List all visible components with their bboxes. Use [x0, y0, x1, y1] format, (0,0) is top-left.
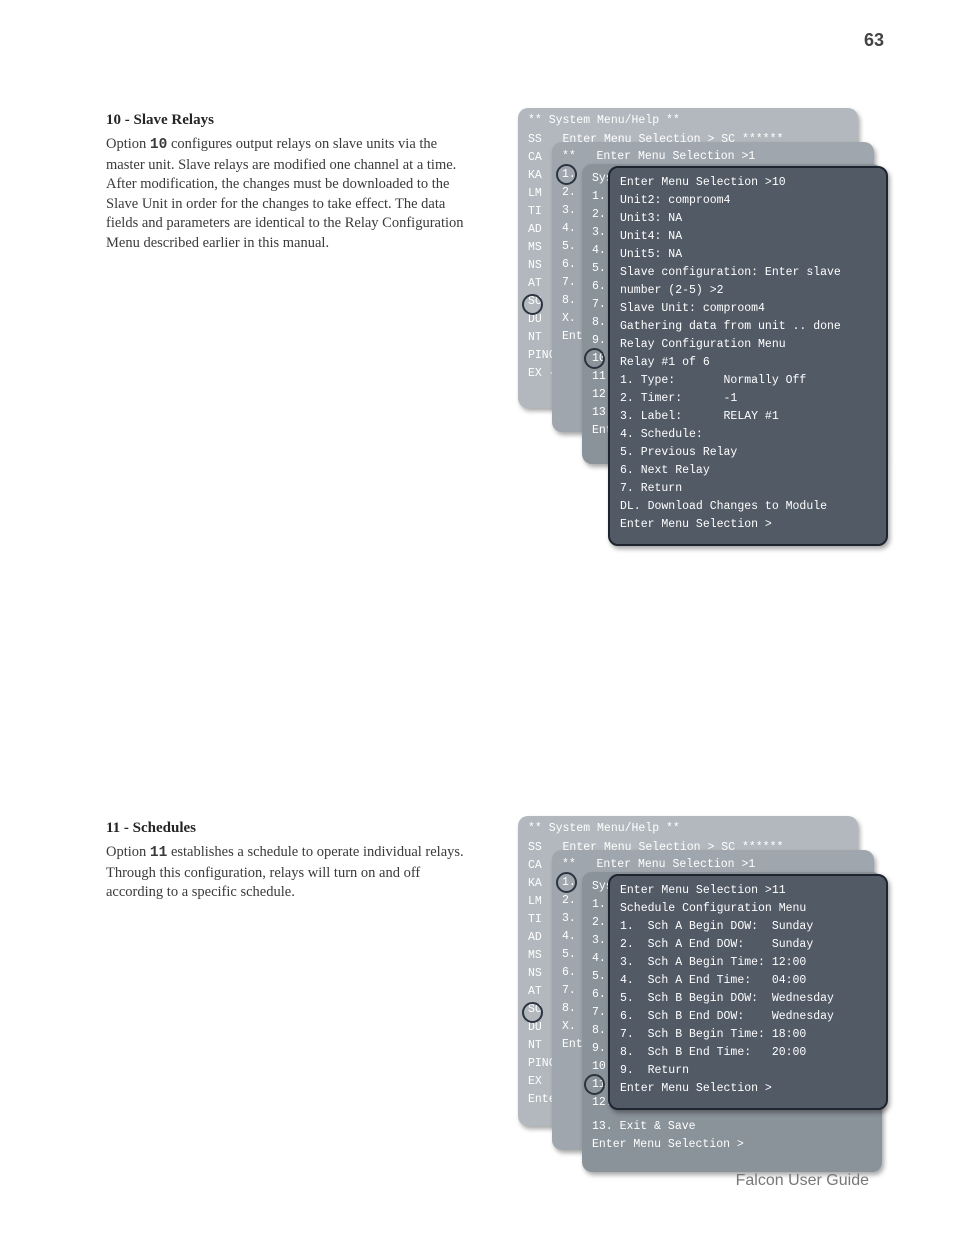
sysmenu-title: ** System Menu/Help **	[528, 114, 848, 127]
lD-3: Unit4: NA	[620, 228, 876, 246]
l2D-r3: 3. Sch A Begin Time: 12:00	[620, 954, 876, 972]
lD-15: 2. Timer: -1	[620, 390, 876, 408]
l2D-r8: 8. Sch B End Time: 20:00	[620, 1044, 876, 1062]
lD-10: Gathering data from unit .. done	[620, 318, 876, 336]
lD-6: Slave configuration: Enter slave	[620, 264, 876, 282]
lD-17: 4. Schedule:	[620, 426, 876, 444]
circle-1b-icon	[556, 872, 577, 893]
section-10-body-a: Option	[106, 136, 150, 152]
section-10-body-b: configures output relays on slave units …	[106, 136, 464, 251]
l2D-r5: 5. Sch B Begin DOW: Wednesday	[620, 990, 876, 1008]
section-11: 11 - Schedules Option 11 establishes a s…	[106, 820, 476, 903]
lD-12: Relay Configuration Menu	[620, 336, 876, 354]
l2D-r9: 9. Return	[620, 1062, 876, 1080]
circle-10-icon	[584, 348, 605, 369]
sysmenu-title-2: ** System Menu/Help **	[528, 822, 848, 835]
circle-11-icon	[584, 1074, 605, 1095]
l2D-r2: 2. Sch A End DOW: Sunday	[620, 936, 876, 954]
circle-sc-icon	[522, 294, 543, 315]
lD-head: Enter Menu Selection >10	[620, 174, 876, 192]
lD-19: 6. Next Relay	[620, 462, 876, 480]
lD-7: number (2-5) >2	[620, 282, 876, 300]
section-11-opt: 11	[150, 845, 167, 861]
section-10-title: 10 - Slave Relays	[106, 112, 476, 129]
section-10: 10 - Slave Relays Option 10 configures o…	[106, 112, 476, 253]
page-number: 63	[864, 30, 884, 51]
l2D-r6: 6. Sch B End DOW: Wednesday	[620, 1008, 876, 1026]
lD-14: 1. Type: Normally Off	[620, 372, 876, 390]
section-11-body: Option 11 establishes a schedule to oper…	[106, 843, 476, 903]
lD-4: Unit5: NA	[620, 246, 876, 264]
section-11-body-a: Option	[106, 844, 150, 860]
l2D-enter: Enter Menu Selection >	[620, 1080, 876, 1098]
lD-18: 5. Previous Relay	[620, 444, 876, 462]
term-layer-d: Enter Menu Selection >10 Unit2: comproom…	[608, 166, 888, 546]
terminal-stack-11: ** System Menu/Help ** SS Enter Menu Sel…	[518, 816, 878, 1211]
circle-sc2-icon	[522, 1002, 543, 1023]
terminal-stack-10: ** System Menu/Help ** SS Enter Menu Sel…	[518, 108, 878, 628]
circle-1-icon	[556, 164, 577, 185]
l2D-r1: 1. Sch A Begin DOW: Sunday	[620, 918, 876, 936]
lD-13: Relay #1 of 6	[620, 354, 876, 372]
l2D-title: Schedule Configuration Menu	[620, 900, 876, 918]
section-11-title: 11 - Schedules	[106, 820, 476, 837]
page: 63 10 - Slave Relays Option 10 configure…	[0, 0, 954, 1235]
footer-text: Falcon User Guide	[736, 1172, 869, 1190]
section-10-opt: 10	[150, 137, 167, 153]
lD-1: Unit2: comproom4	[620, 192, 876, 210]
l2D-r7: 7. Sch B Begin Time: 18:00	[620, 1026, 876, 1044]
lD-9: Slave Unit: comproom4	[620, 300, 876, 318]
lD-21: DL. Download Changes to Module	[620, 498, 876, 516]
l2C-enter: Enter Menu Selection >	[592, 1136, 872, 1154]
section-10-body: Option 10 configures output relays on sl…	[106, 135, 476, 253]
lD-16: 3. Label: RELAY #1	[620, 408, 876, 426]
lD-22: Enter Menu Selection >	[620, 516, 876, 534]
l2C-exit: 13. Exit & Save	[592, 1118, 872, 1136]
l2D-r4: 4. Sch A End Time: 04:00	[620, 972, 876, 990]
lD-2: Unit3: NA	[620, 210, 876, 228]
l2D-head: Enter Menu Selection >11	[620, 882, 876, 900]
lD-20: 7. Return	[620, 480, 876, 498]
term2-layer-d: Enter Menu Selection >11 Schedule Config…	[608, 874, 888, 1110]
